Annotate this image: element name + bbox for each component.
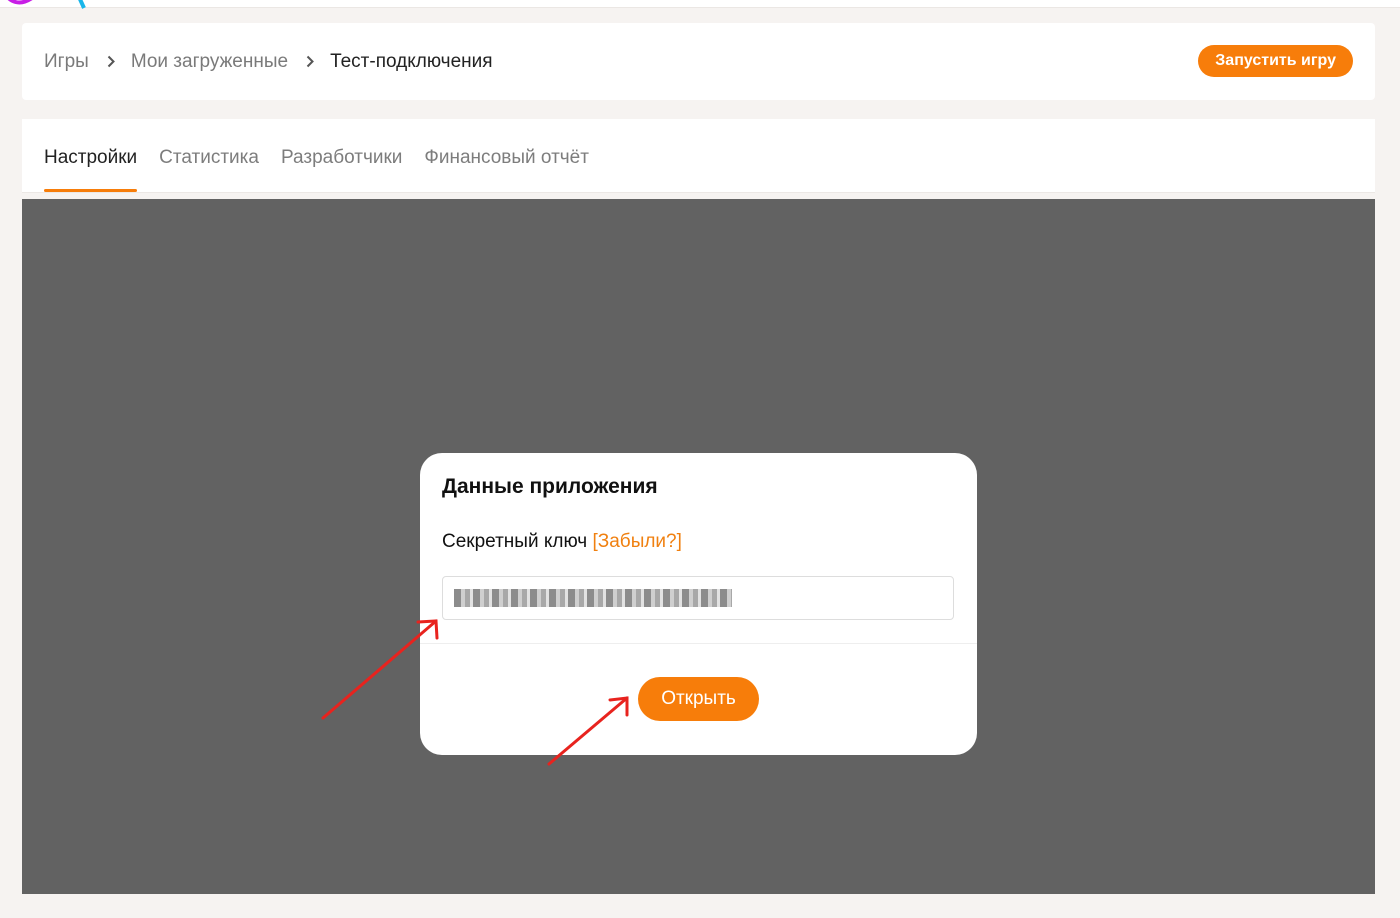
tab-developers[interactable]: Разработчики: [281, 119, 402, 192]
dialog-title: Данные приложения: [442, 475, 658, 498]
logo-fragment-icon: [7, 0, 86, 9]
secret-key-input[interactable]: [442, 576, 954, 620]
tabs-bar: Настройки Статистика Разработчики Финанс…: [22, 119, 1375, 193]
run-game-button[interactable]: Запустить игру: [1198, 45, 1353, 77]
secret-key-label-text: Секретный ключ: [442, 531, 588, 552]
secret-key-label: Секретный ключ [Забыли?]: [442, 531, 682, 553]
breadcrumb-item-my-uploads[interactable]: Мои загруженные: [131, 51, 288, 73]
dialog-divider: [420, 643, 977, 644]
breadcrumb-item-current: Тест-подключения: [330, 50, 493, 72]
app-data-dialog: Данные приложения Секретный ключ [Забыли…: [420, 453, 977, 755]
forgot-key-link[interactable]: [Забыли?]: [592, 531, 681, 552]
tab-settings[interactable]: Настройки: [44, 119, 138, 192]
open-button[interactable]: Открыть: [638, 677, 759, 721]
tab-list: Настройки Статистика Разработчики Финанс…: [44, 119, 611, 192]
chevron-right-icon: [107, 55, 115, 68]
page-header: Игры Мои загруженные Тест-подключения За…: [22, 23, 1375, 100]
chevron-right-icon: [306, 55, 314, 68]
top-bar: [0, 0, 1400, 9]
tab-statistics[interactable]: Статистика: [159, 119, 259, 192]
breadcrumb: Игры Мои загруженные Тест-подключения: [44, 23, 493, 100]
tab-financial-report[interactable]: Финансовый отчёт: [424, 119, 589, 192]
breadcrumb-item-games[interactable]: Игры: [44, 51, 89, 73]
